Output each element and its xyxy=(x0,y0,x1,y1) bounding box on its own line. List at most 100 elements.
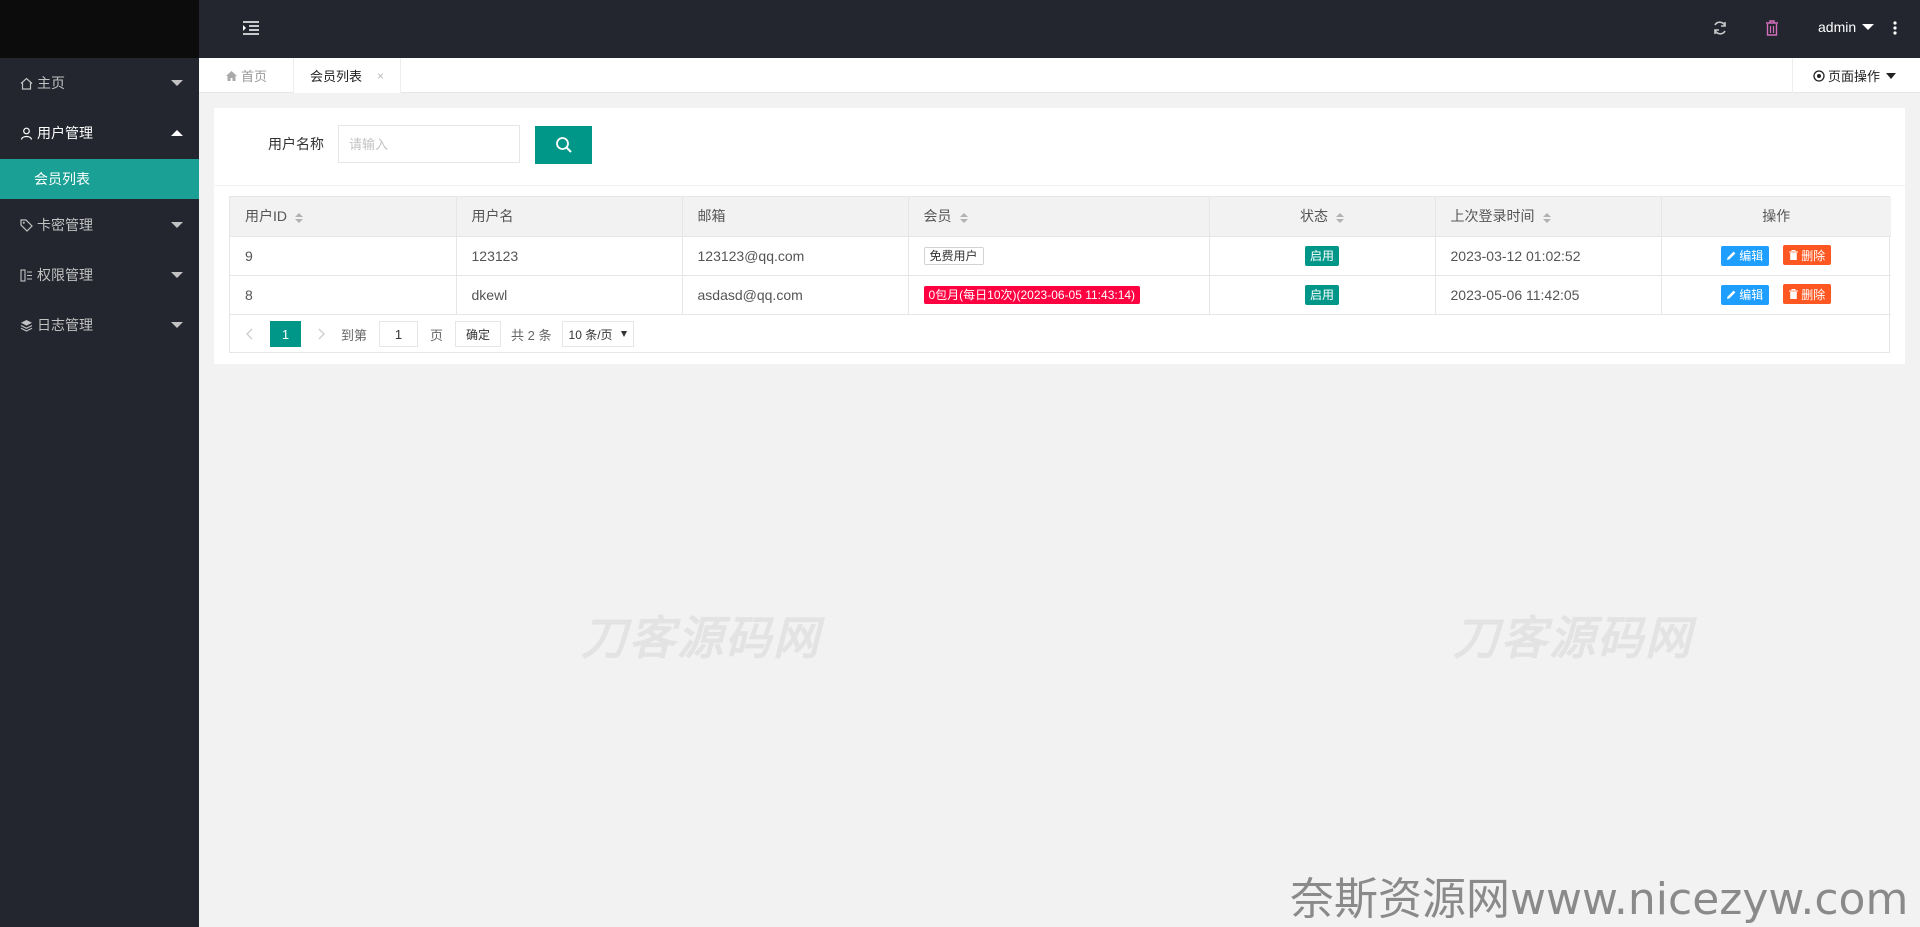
chevron-down-icon xyxy=(171,272,183,278)
permission-icon xyxy=(20,268,33,282)
sidebar-item-label: 日志管理 xyxy=(37,317,93,333)
pagination-total: 共 2 条 xyxy=(511,327,552,343)
cell-user-id: 8 xyxy=(230,275,457,315)
search-icon xyxy=(555,137,572,153)
pagination-current-page[interactable]: 1 xyxy=(270,321,301,347)
column-header-actions: 操作 xyxy=(1661,197,1891,237)
sort-icon[interactable] xyxy=(959,212,968,223)
trash-icon xyxy=(1789,289,1799,300)
pagination-confirm-button[interactable]: 确定 xyxy=(455,321,502,347)
username-search-label: 用户名称 xyxy=(268,136,324,152)
page-operations-label: 页面操作 xyxy=(1828,69,1881,84)
caret-down-icon xyxy=(620,331,627,337)
close-icon[interactable]: × xyxy=(377,69,384,83)
cell-member: 0包月(每日10次)(2023-06-05 11:43:14) xyxy=(908,275,1210,315)
chevron-down-icon xyxy=(171,80,183,86)
delete-button[interactable]: 删除 xyxy=(1783,284,1832,305)
chevron-right-icon[interactable] xyxy=(315,328,327,340)
pencil-icon xyxy=(1727,290,1736,300)
sidebar-item-label: 用户管理 xyxy=(37,125,93,141)
column-header-member[interactable]: 会员 xyxy=(908,197,1210,237)
page-operations-dropdown[interactable]: 页面操作 xyxy=(1792,58,1920,93)
table-header-row: 用户ID 用户名 邮箱 会员 状态 上次登录时间 操作 xyxy=(230,197,1891,237)
layers-icon xyxy=(20,319,33,332)
cell-username: dkewl xyxy=(456,275,683,315)
edit-button[interactable]: 编辑 xyxy=(1721,284,1770,305)
column-header-user-id[interactable]: 用户ID xyxy=(230,197,457,237)
tab-bar: 首页 会员列表 × 页面操作 xyxy=(199,58,1920,93)
home-icon xyxy=(226,70,237,81)
tab-home-label: 首页 xyxy=(241,69,268,84)
chevron-down-icon xyxy=(171,222,183,228)
tab-member-list[interactable]: 会员列表 × xyxy=(294,58,401,93)
sidebar-item-logs[interactable]: 日志管理 xyxy=(0,300,199,350)
edit-button[interactable]: 编辑 xyxy=(1721,245,1770,266)
chevron-up-icon xyxy=(171,130,183,136)
column-header-email: 邮箱 xyxy=(682,197,909,237)
sort-icon[interactable] xyxy=(295,212,303,223)
watermark-logo: 刀客源码网 xyxy=(581,611,821,665)
cell-username: 123123 xyxy=(456,236,683,276)
logo-area xyxy=(0,0,199,58)
sidebar-item-label: 卡密管理 xyxy=(37,217,93,233)
column-header-username: 用户名 xyxy=(456,197,683,237)
sidebar-item-label: 主页 xyxy=(37,75,65,91)
caret-down-icon xyxy=(1862,24,1875,30)
chevron-left-icon[interactable] xyxy=(244,328,256,340)
caret-down-icon xyxy=(1886,72,1897,79)
column-header-last-login[interactable]: 上次登录时间 xyxy=(1435,197,1662,237)
column-header-status[interactable]: 状态 xyxy=(1209,197,1436,237)
table-row: 9 123123 123123@qq.com 免费用户 启用 2023-03-1… xyxy=(230,236,1891,276)
top-header: admin xyxy=(199,0,1920,58)
cell-email: 123123@qq.com xyxy=(682,236,909,276)
sort-icon[interactable] xyxy=(1336,212,1344,223)
cell-email: asdasd@qq.com xyxy=(682,275,909,315)
user-menu[interactable]: admin xyxy=(1818,19,1875,35)
cell-member: 免费用户 xyxy=(908,236,1210,276)
cell-last-login: 2023-05-06 11:42:05 xyxy=(1435,275,1662,315)
table-row: 8 dkewl asdasd@qq.com 0包月(每日10次)(2023-06… xyxy=(230,275,1891,315)
member-badge: 免费用户 xyxy=(923,246,984,265)
sidebar-item-label: 权限管理 xyxy=(37,267,93,283)
pagination-goto-input[interactable] xyxy=(379,321,419,347)
page-size-select[interactable]: 10 条/页 xyxy=(561,321,634,347)
sidebar-subitem-label: 会员列表 xyxy=(34,171,90,187)
cell-status: 启用 xyxy=(1209,236,1436,276)
sidebar-item-users[interactable]: 用户管理 xyxy=(0,108,199,158)
cell-last-login: 2023-03-12 01:02:52 xyxy=(1435,236,1662,276)
more-vertical-icon[interactable] xyxy=(1893,20,1897,36)
search-form: 用户名称 xyxy=(214,108,1905,186)
tab-home[interactable]: 首页 xyxy=(199,58,294,93)
pagination-goto-label: 到第 xyxy=(341,327,368,343)
refresh-icon[interactable] xyxy=(1712,20,1728,36)
content-card: 用户名称 用户ID 用户名 邮箱 会员 状态 上次登录时间 操作 xyxy=(214,108,1905,364)
username-search-input[interactable] xyxy=(338,125,520,163)
pagination-page-unit: 页 xyxy=(430,327,444,343)
tag-icon xyxy=(20,218,33,232)
sort-icon[interactable] xyxy=(1542,212,1551,223)
status-badge: 启用 xyxy=(1304,284,1339,305)
cell-actions: 编辑 删除 xyxy=(1661,236,1891,276)
search-button[interactable] xyxy=(535,126,592,164)
trash-icon[interactable] xyxy=(1765,20,1779,36)
status-badge: 启用 xyxy=(1304,245,1339,266)
sidebar-item-home[interactable]: 主页 xyxy=(0,58,199,108)
home-icon xyxy=(20,77,33,90)
pagination: 1 到第 页 确定 共 2 条 10 条/页 xyxy=(230,315,1889,353)
member-table: 用户ID 用户名 邮箱 会员 状态 上次登录时间 操作 9 123123 123… xyxy=(229,196,1891,353)
pencil-icon xyxy=(1727,251,1736,261)
sidebar-subitem-member-list[interactable]: 会员列表 xyxy=(0,159,199,199)
watermark-footer: 奈斯资源网www.nicezyw.com xyxy=(1290,874,1909,925)
watermark-logo: 刀客源码网 xyxy=(1453,611,1693,665)
cell-actions: 编辑 删除 xyxy=(1661,275,1891,315)
trash-icon xyxy=(1789,250,1799,261)
sidebar-item-permissions[interactable]: 权限管理 xyxy=(0,250,199,300)
sidebar: 主页 用户管理 会员列表 卡密管理 权限管理 日志管理 xyxy=(0,0,199,927)
chevron-down-icon xyxy=(171,322,183,328)
sidebar-item-cards[interactable]: 卡密管理 xyxy=(0,200,199,250)
cell-status: 启用 xyxy=(1209,275,1436,315)
user-icon xyxy=(20,127,33,140)
delete-button[interactable]: 删除 xyxy=(1783,245,1832,266)
username-label: admin xyxy=(1818,19,1857,35)
menu-toggle-icon[interactable] xyxy=(243,21,259,35)
